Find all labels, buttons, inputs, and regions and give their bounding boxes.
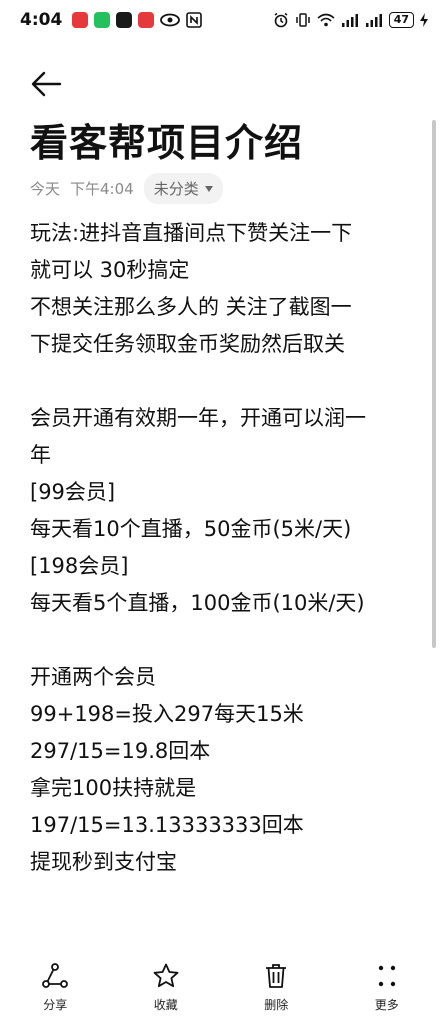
caret-down-icon <box>204 185 213 192</box>
note-line <box>30 363 425 400</box>
category-dropdown[interactable]: 未分类 <box>143 173 223 204</box>
more-grid-icon <box>378 965 395 987</box>
tiktok-icon <box>116 12 133 28</box>
note-meta: 今天 下午4:04 未分类 <box>30 173 223 204</box>
status-bar: 4:04 47 <box>0 0 442 40</box>
more-button[interactable]: 更多 <box>347 962 427 1013</box>
favorite-label: 收藏 <box>153 998 178 1012</box>
note-line: 就可以 30秒搞定 <box>30 258 190 282</box>
note-body[interactable]: 玩法:进抖音直播间点下赞关注一下 就可以 30秒搞定 不想关注那么多人的 关注了… <box>30 215 425 881</box>
more-label: 更多 <box>374 998 399 1012</box>
eye-icon <box>160 13 181 27</box>
wechat-icon <box>94 12 111 28</box>
star-icon <box>153 963 179 988</box>
note-line: 年 <box>30 443 51 467</box>
note-line: [198会员] <box>30 554 129 578</box>
note-line: 拿完100扶持就是 <box>30 776 197 800</box>
note-line: [99会员] <box>30 480 116 504</box>
back-arrow-icon[interactable] <box>28 66 64 102</box>
nfc-icon <box>186 12 203 28</box>
note-line: 下提交任务领取金币奖励然后取关 <box>30 332 345 356</box>
delete-label: 删除 <box>264 998 289 1012</box>
notes-screen: 4:04 47 看客帮项目介绍 今天 下午4:04 未分类 玩法:进抖音直播间点… <box>0 0 442 1024</box>
wifi-icon <box>317 13 335 27</box>
note-line <box>30 622 425 659</box>
scrollbar[interactable] <box>432 120 436 648</box>
note-title[interactable]: 看客帮项目介绍 <box>30 118 303 168</box>
note-date: 今天 <box>30 180 61 198</box>
note-line: 玩法:进抖音直播间点下赞关注一下 <box>30 221 353 245</box>
alarm-icon <box>274 12 288 28</box>
delete-button[interactable]: 删除 <box>236 962 316 1013</box>
share-button[interactable]: 分享 <box>15 962 95 1013</box>
vibrate-icon <box>295 13 310 27</box>
note-line: 99+198=投入297每天15米 <box>30 702 304 726</box>
note-line: 提现秒到支付宝 <box>30 850 177 874</box>
signal-icon <box>341 14 358 27</box>
note-time: 下午4:04 <box>70 180 134 198</box>
note-line: 297/15=19.8回本 <box>30 739 211 763</box>
red-app-icon <box>138 12 155 28</box>
red-app-icon <box>72 12 89 28</box>
note-line: 不想关注那么多人的 关注了截图一 <box>30 295 352 319</box>
note-line: 每天看5个直播，100金币(10米/天) <box>30 591 365 615</box>
clock: 4:04 <box>20 10 63 30</box>
favorite-button[interactable]: 收藏 <box>126 962 206 1013</box>
bottom-toolbar: 分享 收藏 删除 更多 <box>0 962 442 1024</box>
charging-icon <box>420 13 428 27</box>
battery-indicator: 47 <box>388 12 414 28</box>
note-line: 会员开通有效期一年，开通可以润一 <box>30 406 366 430</box>
share-label: 分享 <box>43 998 68 1012</box>
signal-icon <box>365 14 382 27</box>
note-line: 每天看10个直播，50金币(5米/天) <box>30 517 352 541</box>
category-label: 未分类 <box>153 180 199 198</box>
trash-icon <box>266 964 287 988</box>
note-line: 开通两个会员 <box>30 665 156 689</box>
note-line: 197/15=13.13333333回本 <box>30 813 304 837</box>
share-icon <box>42 963 69 988</box>
